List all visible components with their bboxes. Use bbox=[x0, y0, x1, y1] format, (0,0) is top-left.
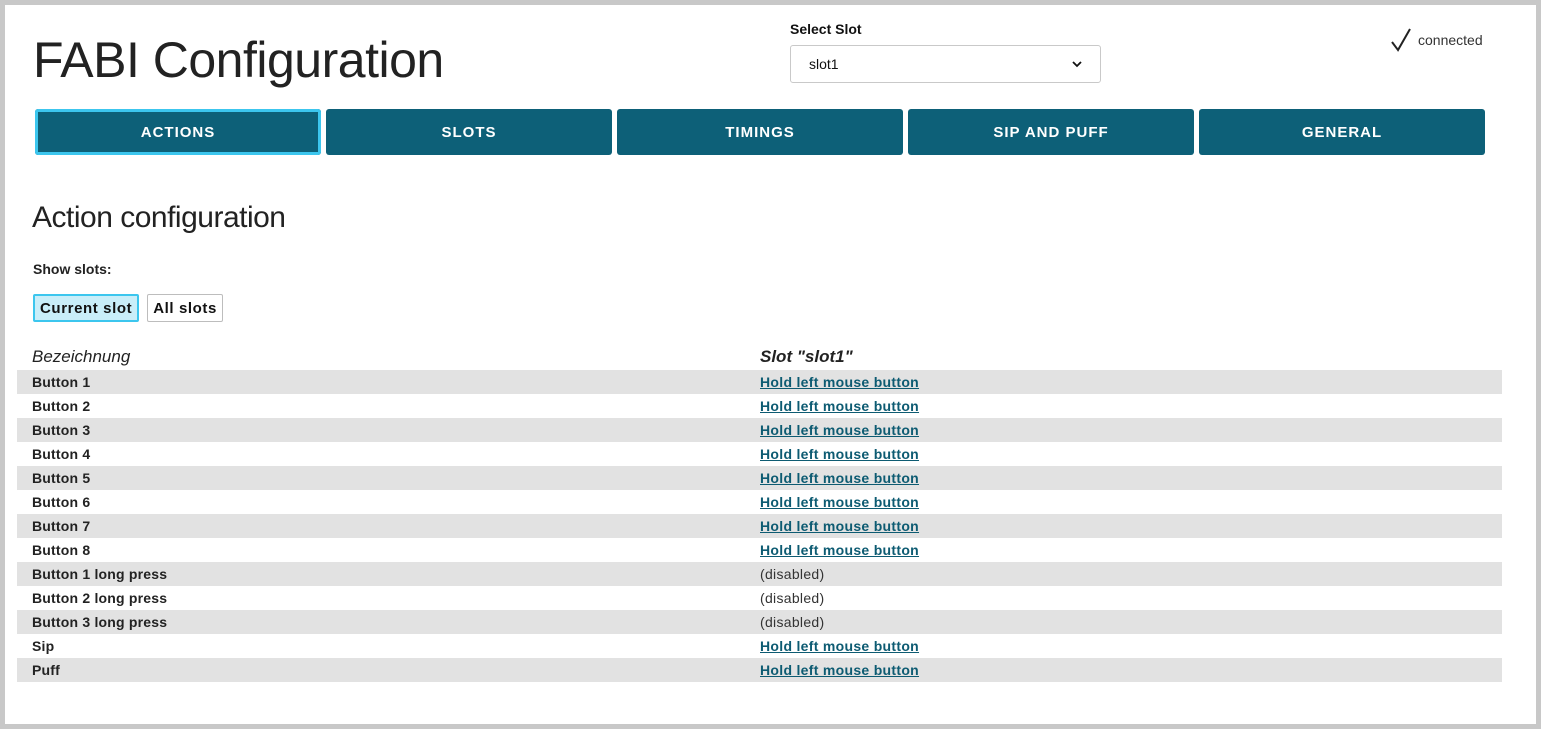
row-name: Button 3 long press bbox=[32, 614, 168, 630]
table-header: Bezeichnung Slot "slot1" bbox=[17, 343, 1502, 370]
table-row: Button 1 long press (disabled) bbox=[17, 562, 1502, 586]
page-title: FABI Configuration bbox=[33, 32, 444, 88]
table-row: Button 8 Hold left mouse button bbox=[17, 538, 1502, 562]
main-tabs: ACTIONS SLOTS TIMINGS SIP AND PUFF GENER… bbox=[35, 109, 1485, 155]
table-row: Puff Hold left mouse button bbox=[17, 658, 1502, 682]
connection-status: connected bbox=[1390, 27, 1483, 53]
row-name: Puff bbox=[32, 662, 61, 678]
row-name: Button 8 bbox=[32, 542, 91, 558]
all-slots-button[interactable]: All slots bbox=[147, 294, 223, 322]
row-action-link[interactable]: Hold left mouse button bbox=[760, 470, 919, 486]
slot-toggle: Current slot All slots bbox=[33, 294, 223, 322]
current-slot-button[interactable]: Current slot bbox=[33, 294, 140, 322]
row-action-disabled: (disabled) bbox=[760, 614, 825, 630]
table-row: Button 3 long press (disabled) bbox=[17, 610, 1502, 634]
slot-select-value: slot1 bbox=[809, 56, 839, 72]
row-action-link[interactable]: Hold left mouse button bbox=[760, 398, 919, 414]
row-name: Button 3 bbox=[32, 422, 91, 438]
table-row: Button 1 Hold left mouse button bbox=[17, 370, 1502, 394]
chevron-down-icon bbox=[1072, 61, 1082, 68]
slot-select[interactable]: slot1 bbox=[790, 45, 1101, 83]
table-body: Button 1 Hold left mouse button Button 2… bbox=[17, 370, 1502, 682]
row-name: Button 2 long press bbox=[32, 590, 168, 606]
row-name: Button 5 bbox=[32, 470, 91, 486]
row-name: Button 1 long press bbox=[32, 566, 168, 582]
row-name: Button 4 bbox=[32, 446, 91, 462]
row-name: Button 6 bbox=[32, 494, 91, 510]
row-action-link[interactable]: Hold left mouse button bbox=[760, 374, 919, 390]
row-action-link[interactable]: Hold left mouse button bbox=[760, 494, 919, 510]
row-action-link[interactable]: Hold left mouse button bbox=[760, 542, 919, 558]
check-icon bbox=[1391, 28, 1411, 52]
tab-slots[interactable]: SLOTS bbox=[326, 109, 612, 155]
table-row: Button 4 Hold left mouse button bbox=[17, 442, 1502, 466]
show-slots-label: Show slots: bbox=[33, 261, 112, 277]
tab-general[interactable]: GENERAL bbox=[1199, 109, 1485, 155]
table-row: Button 2 long press (disabled) bbox=[17, 586, 1502, 610]
row-action-link[interactable]: Hold left mouse button bbox=[760, 518, 919, 534]
app-frame: FABI Configuration Select Slot slot1 con… bbox=[5, 5, 1536, 724]
tab-sip-and-puff[interactable]: SIP AND PUFF bbox=[908, 109, 1194, 155]
action-table: Bezeichnung Slot "slot1" Button 1 Hold l… bbox=[17, 343, 1502, 682]
row-action-link[interactable]: Hold left mouse button bbox=[760, 638, 919, 654]
row-name: Button 7 bbox=[32, 518, 91, 534]
table-row: Button 7 Hold left mouse button bbox=[17, 514, 1502, 538]
table-row: Sip Hold left mouse button bbox=[17, 634, 1502, 658]
row-name: Button 2 bbox=[32, 398, 91, 414]
row-action-link[interactable]: Hold left mouse button bbox=[760, 662, 919, 678]
column-header-slot: Slot "slot1" bbox=[760, 346, 853, 366]
tab-timings[interactable]: TIMINGS bbox=[617, 109, 903, 155]
row-action-disabled: (disabled) bbox=[760, 590, 825, 606]
table-row: Button 3 Hold left mouse button bbox=[17, 418, 1502, 442]
select-slot-label: Select Slot bbox=[790, 21, 862, 37]
row-action-disabled: (disabled) bbox=[760, 566, 825, 582]
slot-selector: Select Slot slot1 bbox=[790, 21, 1101, 83]
row-name: Button 1 bbox=[32, 374, 91, 390]
table-row: Button 5 Hold left mouse button bbox=[17, 466, 1502, 490]
column-header-name: Bezeichnung bbox=[32, 346, 131, 366]
section-title: Action configuration bbox=[32, 201, 286, 234]
row-name: Sip bbox=[32, 638, 55, 654]
status-text: connected bbox=[1418, 32, 1483, 48]
row-action-link[interactable]: Hold left mouse button bbox=[760, 422, 919, 438]
table-row: Button 6 Hold left mouse button bbox=[17, 490, 1502, 514]
row-action-link[interactable]: Hold left mouse button bbox=[760, 446, 919, 462]
tab-actions[interactable]: ACTIONS bbox=[35, 109, 321, 155]
table-row: Button 2 Hold left mouse button bbox=[17, 394, 1502, 418]
